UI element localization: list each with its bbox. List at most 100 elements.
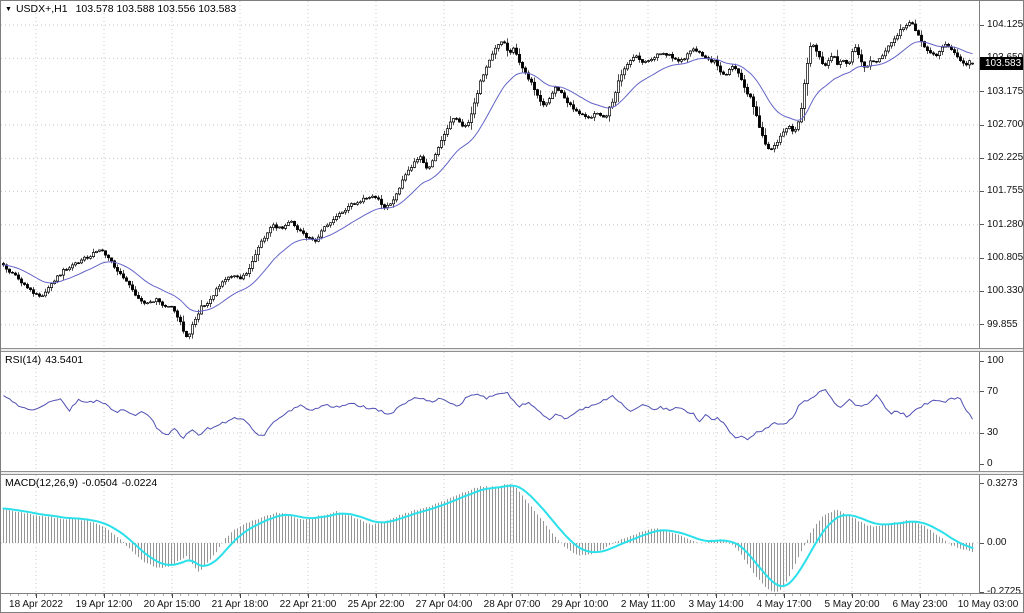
axis-tick bbox=[980, 25, 984, 26]
axis-tick bbox=[104, 594, 105, 598]
minor-tick bbox=[282, 594, 283, 596]
minor-tick bbox=[494, 594, 495, 596]
minor-tick bbox=[664, 594, 665, 596]
rsi-panel: RSI(14)43.5401 bbox=[1, 352, 979, 471]
axis-tick bbox=[784, 594, 785, 598]
minor-tick bbox=[843, 594, 844, 596]
panel-splitter-main-rsi[interactable] bbox=[1, 348, 1023, 352]
minor-tick bbox=[928, 594, 929, 596]
minor-tick bbox=[299, 594, 300, 596]
price-axis-label: 104.125 bbox=[987, 19, 1023, 31]
panel-splitter-rsi-macd[interactable] bbox=[1, 471, 1023, 475]
minor-tick bbox=[112, 594, 113, 596]
minor-tick bbox=[69, 594, 70, 596]
axis-tick bbox=[980, 464, 984, 465]
minor-tick bbox=[350, 594, 351, 596]
axis-tick bbox=[980, 433, 984, 434]
price-axis[interactable]: 103.583 104.125103.650103.175102.700102.… bbox=[979, 1, 1024, 593]
axis-tick bbox=[376, 594, 377, 598]
macd-axis-label: 0.00 bbox=[987, 537, 1006, 549]
axis-tick bbox=[980, 324, 984, 325]
minor-tick bbox=[435, 594, 436, 596]
minor-tick bbox=[460, 594, 461, 596]
minor-tick bbox=[707, 594, 708, 596]
minor-tick bbox=[562, 594, 563, 596]
minor-tick bbox=[392, 594, 393, 596]
minor-tick bbox=[877, 594, 878, 596]
minor-tick bbox=[809, 594, 810, 596]
symbol-title: USDX+,H1 bbox=[16, 3, 68, 15]
minor-tick bbox=[409, 594, 410, 596]
minor-tick bbox=[528, 594, 529, 596]
axis-tick bbox=[980, 91, 984, 92]
macd-chart[interactable] bbox=[1, 475, 979, 593]
minor-tick bbox=[426, 594, 427, 596]
minor-tick bbox=[902, 594, 903, 596]
candlestick-chart[interactable] bbox=[1, 1, 979, 348]
minor-tick bbox=[911, 594, 912, 596]
symbol-dropdown-icon[interactable]: ▼ bbox=[5, 6, 12, 13]
minor-tick bbox=[10, 594, 11, 596]
time-axis-label: 20 Apr 15:00 bbox=[138, 599, 206, 610]
time-axis-label: 22 Apr 21:00 bbox=[274, 599, 342, 610]
minor-tick bbox=[222, 594, 223, 596]
minor-tick bbox=[61, 594, 62, 596]
axis-tick bbox=[716, 594, 717, 598]
minor-tick bbox=[656, 594, 657, 596]
minor-tick bbox=[936, 594, 937, 596]
minor-tick bbox=[248, 594, 249, 596]
minor-tick bbox=[732, 594, 733, 596]
axis-tick bbox=[980, 258, 984, 259]
time-axis-label: 29 Apr 10:00 bbox=[546, 599, 614, 610]
axis-tick bbox=[512, 594, 513, 598]
minor-tick bbox=[316, 594, 317, 596]
minor-tick bbox=[834, 594, 835, 596]
axis-tick bbox=[240, 594, 241, 598]
minor-tick bbox=[188, 594, 189, 596]
axis-tick bbox=[980, 125, 984, 126]
axis-tick bbox=[308, 594, 309, 598]
minor-tick bbox=[962, 594, 963, 596]
time-axis-label: 27 Apr 04:00 bbox=[410, 599, 478, 610]
macd-value: -0.0504 bbox=[82, 477, 118, 489]
time-axis[interactable]: 18 Apr 202219 Apr 12:0020 Apr 15:0021 Ap… bbox=[1, 593, 1024, 613]
price-axis-label: 99.855 bbox=[987, 319, 1018, 331]
minor-tick bbox=[554, 594, 555, 596]
axis-tick bbox=[980, 291, 984, 292]
time-axis-label: 2 May 11:00 bbox=[614, 599, 682, 610]
minor-tick bbox=[27, 594, 28, 596]
macd-signal-value: -0.0224 bbox=[122, 477, 158, 489]
minor-tick bbox=[180, 594, 181, 596]
minor-tick bbox=[333, 594, 334, 596]
axis-tick bbox=[852, 594, 853, 598]
minor-tick bbox=[758, 594, 759, 596]
minor-tick bbox=[766, 594, 767, 596]
minor-tick bbox=[44, 594, 45, 596]
price-axis-label: 102.225 bbox=[987, 152, 1023, 164]
minor-tick bbox=[673, 594, 674, 596]
rsi-chart[interactable] bbox=[1, 352, 979, 471]
minor-tick bbox=[868, 594, 869, 596]
minor-tick bbox=[800, 594, 801, 596]
time-axis-label: 28 Apr 07:00 bbox=[478, 599, 546, 610]
axis-tick bbox=[36, 594, 37, 598]
minor-tick bbox=[18, 594, 19, 596]
price-axis-label: 101.280 bbox=[987, 219, 1023, 231]
minor-tick bbox=[860, 594, 861, 596]
time-axis-label: 6 May 23:00 bbox=[886, 599, 954, 610]
symbol-header: ▼USDX+,H1103.578 103.588 103.556 103.583 bbox=[5, 3, 244, 15]
minor-tick bbox=[622, 594, 623, 596]
minor-tick bbox=[503, 594, 504, 596]
axis-tick bbox=[980, 483, 984, 484]
time-axis-label: 10 May 03:00 bbox=[954, 599, 1022, 610]
minor-tick bbox=[231, 594, 232, 596]
macd-label: MACD(12,26,9) bbox=[5, 477, 78, 489]
minor-tick bbox=[520, 594, 521, 596]
minor-tick bbox=[486, 594, 487, 596]
minor-tick bbox=[953, 594, 954, 596]
minor-tick bbox=[324, 594, 325, 596]
axis-tick bbox=[920, 594, 921, 598]
minor-tick bbox=[129, 594, 130, 596]
time-axis-label: 3 May 14:00 bbox=[682, 599, 750, 610]
minor-tick bbox=[214, 594, 215, 596]
